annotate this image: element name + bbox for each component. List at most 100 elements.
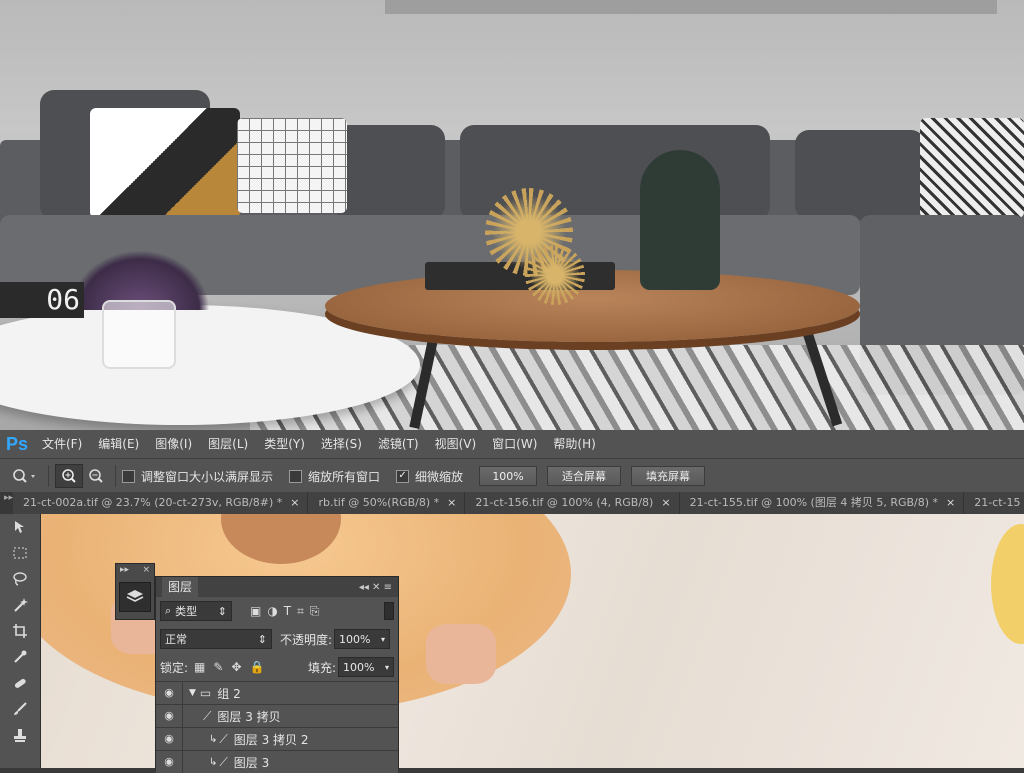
fill-field[interactable]: 100% ▾ [338,657,394,677]
layer-filter-row: ⌕ 类型 ⇕ ▣◑T⌗⎘ [156,597,398,625]
eye-icon[interactable]: ◉ [156,705,183,727]
filter-toggle[interactable] [384,602,394,620]
opacity-value: 100% [339,632,371,646]
living-room-photo: 06 [0,0,1024,430]
checkbox-box[interactable] [122,469,135,483]
panel-menu-icon[interactable]: ◂◂ ✕ ≡ [359,582,392,593]
menu-file[interactable]: 文件(F) [34,430,90,458]
layer-row[interactable]: ◉ ↳ ⟋ 图层 3 拷贝 2 [156,727,398,750]
eyedropper-tool-icon[interactable] [0,644,40,670]
dock-header: ▸▸ × [116,564,154,576]
menu-help[interactable]: 帮助(H) [545,430,603,458]
brush-icon: ⟋ [203,708,212,723]
lock-fill-row: 锁定: ▦✎✥🔒 填充: 100% ▾ [156,653,398,681]
clipping-arrow-icon: ↳ [209,733,218,745]
menu-view[interactable]: 视图(V) [427,430,485,458]
filter-label: 类型 [175,605,198,618]
blend-mode-select[interactable]: 正常 ⇕ [160,629,272,649]
folder-icon: ▭ [199,686,212,700]
zoom-in-icon[interactable] [55,464,83,488]
disclosure-triangle-icon[interactable]: ▼ [189,688,196,698]
brush-icon: ⟋ [219,731,228,746]
layers-panel: 图层 ◂◂ ✕ ≡ ⌕ 类型 ⇕ ▣◑T⌗⎘ 正常 ⇕ 不透明度: 100% ▾… [155,576,399,773]
toolbox [0,514,41,768]
close-icon[interactable]: × [290,492,299,514]
chevron-down-icon: ▾ [381,634,386,644]
checkmark-icon[interactable]: ✓ [396,469,410,483]
zoom-100-button[interactable]: 100% [479,466,538,486]
layer-row-group[interactable]: ◉ ▼ ▭ 组 2 [156,681,398,704]
wall-frame [385,0,997,14]
pillow-gold [90,108,240,218]
zoom-tool-preset-icon[interactable] [8,465,42,487]
lock-label: 锁定: [160,660,189,675]
collapse-icon[interactable]: ▸▸ [0,492,14,514]
close-icon[interactable]: × [661,492,670,514]
move-tool-icon[interactable] [0,514,40,540]
eye-icon[interactable]: ◉ [156,728,183,750]
lock-icons[interactable]: ▦✎✥🔒 [194,660,272,674]
doc-tab-title: rb.tif @ 50%(RGB/8) * [318,496,440,509]
healing-brush-tool-icon[interactable] [0,670,40,696]
layers-panel-icon[interactable] [119,582,151,612]
doc-tab[interactable]: 21-ct-155.tif @ 100% (图层 4 拷贝 5, RGB/8) … [680,492,965,514]
layer-name: 组 2 [217,686,241,701]
lasso-tool-icon[interactable] [0,566,40,592]
close-icon[interactable]: × [447,492,456,514]
doc-tab-title: 21-ct-002a.tif @ 23.7% (20-ct-273v, RGB/… [23,496,283,509]
close-icon[interactable]: × [142,564,150,576]
artwork-shape [991,524,1024,644]
close-icon[interactable]: × [946,492,955,514]
photoshop-logo-icon: Ps [5,433,29,454]
clone-stamp-tool-icon[interactable] [0,722,40,748]
pillow-grid [237,118,347,213]
menu-filter[interactable]: 滤镜(T) [370,430,427,458]
eye-icon[interactable]: ◉ [156,682,183,704]
blend-mode-value: 正常 [165,633,187,646]
doc-tab-title: 21-ct-156.tif @ 100% (4, RGB/8) [475,496,654,509]
document-tab-bar: ▸▸ 21-ct-002a.tif @ 23.7% (20-ct-273v, R… [0,492,1024,514]
menu-bar: Ps 文件(F) 编辑(E) 图像(I) 图层(L) 类型(Y) 选择(S) 滤… [0,430,1024,458]
layers-panel-header: 图层 ◂◂ ✕ ≡ [156,577,398,597]
brush-tool-icon[interactable] [0,696,40,722]
eye-icon[interactable]: ◉ [156,751,183,773]
crop-tool-icon[interactable] [0,618,40,644]
layer-filter-select[interactable]: ⌕ 类型 ⇕ [160,601,232,621]
menu-window[interactable]: 窗口(W) [484,430,545,458]
flip-clock: 06 [0,282,84,318]
layers-tab[interactable]: 图层 [162,577,199,597]
resize-windows-label: 调整窗口大小以满屏显示 [141,469,274,484]
menu-type[interactable]: 类型(Y) [256,430,313,458]
divider [48,465,49,487]
options-bar: 调整窗口大小以满屏显示 缩放所有窗口 ✓ 细微缩放 100% 适合屏幕 填充屏幕 [0,458,1024,493]
zoom-all-windows-checkbox[interactable]: 缩放所有窗口 [289,468,380,485]
menu-layer[interactable]: 图层(L) [200,430,256,458]
doc-tab-title: 21-ct-15 [974,496,1021,509]
layer-name: 图层 3 拷贝 [217,709,281,724]
fill-screen-button[interactable]: 填充屏幕 [631,466,706,486]
chevron-down-icon: ▾ [384,662,389,672]
doc-tab[interactable]: rb.tif @ 50%(RGB/8) * × [308,492,466,514]
fill-label: 填充: [307,660,336,675]
layer-row[interactable]: ◉ ⟋ 图层 3 拷贝 [156,704,398,727]
collapse-icon[interactable]: ▸▸ [120,564,129,576]
scrubby-zoom-checkbox[interactable]: ✓ 细微缩放 [396,468,463,485]
doc-tab[interactable]: 21-ct-15 [964,492,1024,514]
menu-image[interactable]: 图像(I) [147,430,200,458]
menu-select[interactable]: 选择(S) [313,430,370,458]
doc-tab[interactable]: 21-ct-156.tif @ 100% (4, RGB/8) × [465,492,680,514]
divider [115,465,116,487]
dog-sculpture [640,150,720,290]
menu-edit[interactable]: 编辑(E) [90,430,147,458]
layer-name: 图层 3 拷贝 2 [233,732,309,747]
fit-screen-button[interactable]: 适合屏幕 [547,466,622,486]
marquee-tool-icon[interactable] [0,540,40,566]
zoom-out-icon[interactable] [83,465,109,487]
layer-row[interactable]: ◉ ↳ ⟋ 图层 3 [156,750,398,773]
opacity-field[interactable]: 100% ▾ [334,629,391,649]
doc-tab[interactable]: 21-ct-002a.tif @ 23.7% (20-ct-273v, RGB/… [13,492,309,514]
filter-icons[interactable]: ▣◑T⌗⎘ [250,604,326,619]
resize-windows-checkbox[interactable]: 调整窗口大小以满屏显示 [122,468,273,485]
magic-wand-tool-icon[interactable] [0,592,40,618]
checkbox-box[interactable] [289,469,303,483]
